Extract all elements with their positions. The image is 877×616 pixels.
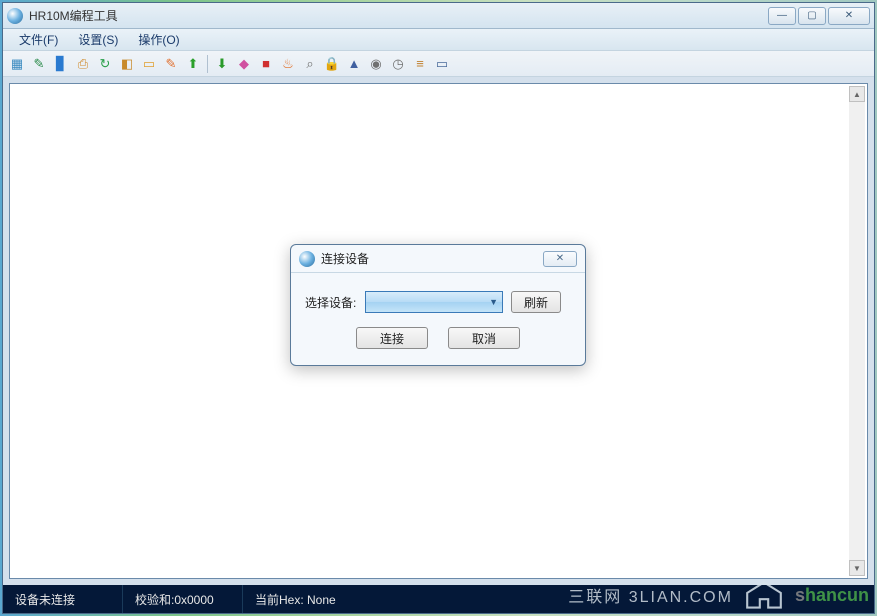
toolbar: ▦✎▊⎙↻◧▭✎⬆⬇◆■♨⌕🔒▲◉◷≡▭ [3, 51, 874, 77]
menubar: 文件(F) 设置(S) 操作(O) [3, 29, 874, 51]
dialog-titlebar: 连接设备 ✕ [291, 245, 585, 273]
save-icon[interactable]: ▊ [51, 54, 71, 74]
link-icon[interactable]: ✎ [29, 54, 49, 74]
close-button[interactable]: ✕ [828, 7, 870, 25]
connect-button[interactable]: 连接 [356, 327, 428, 349]
status-checksum: 校验和:0x0000 [123, 585, 243, 613]
target-icon[interactable]: ◉ [366, 54, 386, 74]
status-hex: 当前Hex: None [243, 585, 874, 613]
status-connection: 设备未连接 [3, 585, 123, 613]
new-icon[interactable]: ▦ [7, 54, 27, 74]
clock-icon[interactable]: ◷ [388, 54, 408, 74]
app-icon [7, 8, 23, 24]
dialog-button-row: 连接 取消 [305, 327, 571, 349]
erase-icon[interactable]: ◆ [234, 54, 254, 74]
list-icon[interactable]: ≡ [410, 54, 430, 74]
dialog-title: 连接设备 [321, 250, 543, 267]
chevron-down-icon: ▼ [489, 297, 498, 307]
window-controls: — ▢ ✕ [768, 7, 870, 25]
folder-icon[interactable]: ▭ [139, 54, 159, 74]
burn-icon[interactable]: ♨ [278, 54, 298, 74]
menu-settings[interactable]: 设置(S) [68, 29, 128, 50]
device-select-row: 选择设备: ▼ 刷新 [305, 291, 571, 313]
titlebar: HR10M编程工具 — ▢ ✕ [3, 3, 874, 29]
menu-file[interactable]: 文件(F) [9, 29, 68, 50]
scroll-up-icon[interactable]: ▲ [849, 86, 865, 102]
zoom-icon[interactable]: ⌕ [300, 54, 320, 74]
camera-icon[interactable]: ◧ [117, 54, 137, 74]
dialog-body: 选择设备: ▼ 刷新 连接 取消 [291, 273, 585, 365]
upload-icon[interactable]: ⬆ [183, 54, 203, 74]
stop-icon[interactable]: ■ [256, 54, 276, 74]
device-icon[interactable]: ⎙ [73, 54, 93, 74]
device-select-combo[interactable]: ▼ [365, 291, 503, 313]
statusbar: 设备未连接 校验和:0x0000 当前Hex: None [3, 585, 874, 613]
dialog-icon [299, 251, 315, 267]
menu-operate[interactable]: 操作(O) [128, 29, 189, 50]
refresh-button[interactable]: 刷新 [511, 291, 561, 313]
minimize-button[interactable]: — [768, 7, 796, 25]
download-icon[interactable]: ⬇ [212, 54, 232, 74]
edit-icon[interactable]: ✎ [161, 54, 181, 74]
refresh-icon[interactable]: ↻ [95, 54, 115, 74]
dialog-close-button[interactable]: ✕ [543, 251, 577, 267]
lock-icon[interactable]: 🔒 [322, 54, 342, 74]
cancel-button[interactable]: 取消 [448, 327, 520, 349]
scroll-down-icon[interactable]: ▼ [849, 560, 865, 576]
tri-icon[interactable]: ▲ [344, 54, 364, 74]
app-title: HR10M编程工具 [29, 7, 768, 24]
vertical-scrollbar[interactable]: ▲ ▼ [849, 86, 865, 576]
window-icon[interactable]: ▭ [432, 54, 452, 74]
maximize-button[interactable]: ▢ [798, 7, 826, 25]
device-select-label: 选择设备: [305, 294, 365, 311]
connect-device-dialog: 连接设备 ✕ 选择设备: ▼ 刷新 连接 取消 [290, 244, 586, 366]
